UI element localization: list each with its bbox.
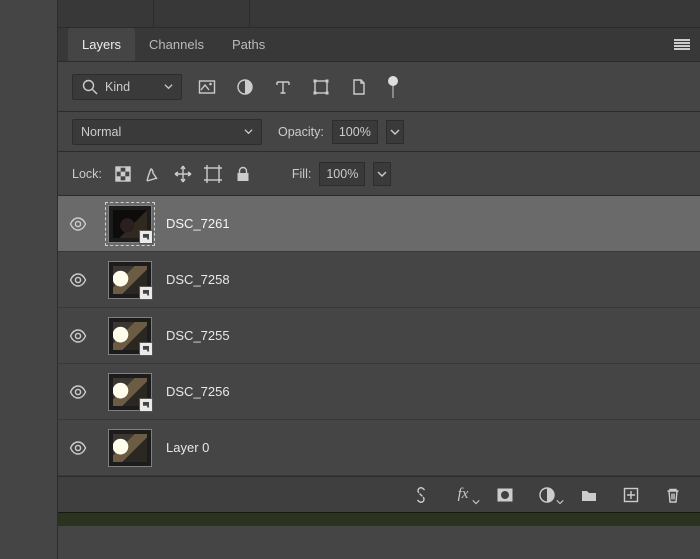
smart-object-badge-icon xyxy=(139,286,153,300)
add-mask-icon[interactable] xyxy=(496,486,514,504)
new-group-icon[interactable] xyxy=(580,486,598,504)
layer-row[interactable]: Layer 0 xyxy=(58,420,700,476)
panel-tabs: Layers Channels Paths xyxy=(58,28,700,62)
new-layer-icon[interactable] xyxy=(622,486,640,504)
blend-mode-dropdown[interactable]: Normal xyxy=(72,119,262,145)
opacity-label: Opacity: xyxy=(278,125,324,139)
tab-label: Paths xyxy=(232,37,265,52)
visibility-eye-icon[interactable] xyxy=(69,327,87,345)
fill-value: 100% xyxy=(326,167,358,181)
blend-mode-value: Normal xyxy=(81,125,121,139)
tab-label: Layers xyxy=(82,37,121,52)
chevron-down-icon xyxy=(244,127,253,136)
layer-thumbnail[interactable] xyxy=(108,205,152,243)
opacity-chevron[interactable] xyxy=(386,120,404,144)
lock-row: Lock: Fill: 100% xyxy=(58,152,700,196)
smart-object-badge-icon xyxy=(139,230,153,244)
tab-paths[interactable]: Paths xyxy=(218,28,279,61)
layer-name: DSC_7255 xyxy=(166,328,230,343)
link-layers-icon[interactable] xyxy=(412,486,430,504)
visibility-eye-icon[interactable] xyxy=(69,439,87,457)
strip-cell xyxy=(58,0,154,27)
lock-transparency-icon[interactable] xyxy=(114,165,132,183)
lock-artboard-icon[interactable] xyxy=(204,165,222,183)
tab-channels[interactable]: Channels xyxy=(135,28,218,61)
opacity-field[interactable]: 100% xyxy=(332,120,378,144)
visibility-eye-icon[interactable] xyxy=(69,215,87,233)
lock-label: Lock: xyxy=(72,167,102,181)
layers-list: DSC_7261 DSC_7258 DSC_7255 xyxy=(58,196,700,476)
visibility-eye-icon[interactable] xyxy=(69,271,87,289)
filter-pixel-icon[interactable] xyxy=(198,78,216,96)
layer-row[interactable]: DSC_7255 xyxy=(58,308,700,364)
layer-row[interactable]: DSC_7256 xyxy=(58,364,700,420)
layer-name: Layer 0 xyxy=(166,440,209,455)
search-icon xyxy=(81,78,99,96)
chevron-down-icon xyxy=(164,82,173,91)
tab-label: Channels xyxy=(149,37,204,52)
layer-filter-row: Kind xyxy=(58,62,700,112)
layer-thumbnail[interactable] xyxy=(108,429,152,467)
lock-image-icon[interactable] xyxy=(144,165,162,183)
new-adjustment-layer-icon[interactable] xyxy=(538,486,556,504)
layer-thumbnail[interactable] xyxy=(108,373,152,411)
strip-cell xyxy=(154,0,250,27)
layer-name: DSC_7258 xyxy=(166,272,230,287)
adjacent-panel-strip xyxy=(58,0,700,28)
filter-type-icon[interactable] xyxy=(274,78,292,96)
panel-menu-icon[interactable] xyxy=(674,39,690,51)
smart-object-badge-icon xyxy=(139,398,153,412)
layer-thumbnail[interactable] xyxy=(108,261,152,299)
filter-shape-icon[interactable] xyxy=(312,78,330,96)
layer-name: DSC_7256 xyxy=(166,384,230,399)
fill-chevron[interactable] xyxy=(373,162,391,186)
layer-row[interactable]: DSC_7258 xyxy=(58,252,700,308)
lock-position-icon[interactable] xyxy=(174,165,192,183)
filter-toggle[interactable] xyxy=(388,76,398,98)
filter-smartobject-icon[interactable] xyxy=(350,78,368,96)
lock-all-icon[interactable] xyxy=(234,165,252,183)
fill-label: Fill: xyxy=(292,167,311,181)
filter-adjustment-icon[interactable] xyxy=(236,78,254,96)
opacity-value: 100% xyxy=(339,125,371,139)
filter-kind-label: Kind xyxy=(105,80,130,94)
tab-layers[interactable]: Layers xyxy=(68,28,135,61)
layer-name: DSC_7261 xyxy=(166,216,230,231)
canvas-edge xyxy=(58,512,700,526)
layer-row[interactable]: DSC_7261 xyxy=(58,196,700,252)
delete-layer-icon[interactable] xyxy=(664,486,682,504)
layer-thumbnail[interactable] xyxy=(108,317,152,355)
filter-kind-dropdown[interactable]: Kind xyxy=(72,74,182,100)
smart-object-badge-icon xyxy=(139,342,153,356)
layers-panel: Layers Channels Paths Kind Normal xyxy=(57,0,700,559)
fill-field[interactable]: 100% xyxy=(319,162,365,186)
visibility-eye-icon[interactable] xyxy=(69,383,87,401)
blend-row: Normal Opacity: 100% xyxy=(58,112,700,152)
layers-footer: fx xyxy=(58,476,700,512)
layer-style-icon[interactable]: fx xyxy=(454,486,472,504)
